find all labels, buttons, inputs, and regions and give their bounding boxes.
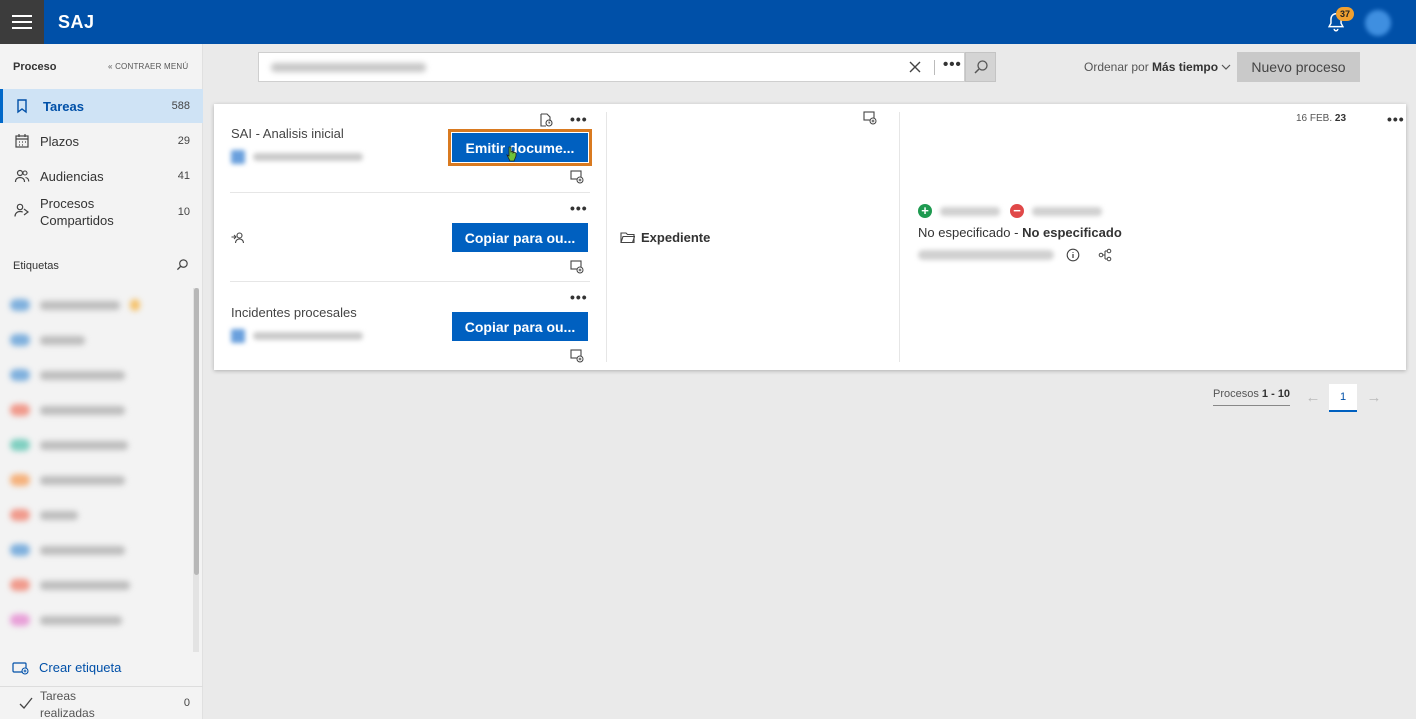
plaintiff-party: + <box>918 204 1000 218</box>
scrollbar-thumb[interactable] <box>194 288 199 575</box>
person-arrow-icon <box>231 232 245 244</box>
plus-icon: + <box>918 204 932 218</box>
process-class: No especificado - No especificado <box>918 225 1122 240</box>
bookmark-icon <box>17 99 27 114</box>
sidebar-item-audiencias[interactable]: Audiencias 41 <box>0 159 203 193</box>
task-title: SAI - Analisis inicial <box>231 126 344 141</box>
case-file-label: Expediente <box>641 230 711 245</box>
chevron-down-icon <box>1221 64 1231 70</box>
sidebar-item-tareas-realizadas[interactable]: Tareas realizadas 0 <box>0 686 203 719</box>
emit-document-button[interactable]: Emitir docume... <box>448 129 592 166</box>
brand-logo[interactable]: SAJ <box>58 12 95 33</box>
defendant-party: − <box>1010 204 1102 218</box>
tag-item[interactable] <box>10 612 122 628</box>
row-divider <box>230 192 590 193</box>
search-icon[interactable] <box>176 258 189 271</box>
copy-to-button[interactable]: Copiar para ou... <box>452 312 588 341</box>
process-number-redacted <box>918 250 1054 260</box>
sort-prefix: Ordenar por <box>1084 60 1149 74</box>
sidebar-item-count: 588 <box>171 100 190 112</box>
prev-page-button[interactable]: ← <box>1301 386 1325 410</box>
tags-header: Etiquetas <box>13 260 59 272</box>
sidebar-item-procesos-compartidos[interactable]: Procesos Compartidos 10 <box>0 194 203 230</box>
case-file-link[interactable]: Expediente <box>620 230 710 245</box>
next-page-button[interactable]: → <box>1362 386 1386 410</box>
sidebar-item-label: Procesos Compartidos <box>40 196 114 228</box>
hierarchy-icon[interactable] <box>1098 248 1112 262</box>
more-options-icon[interactable]: ••• <box>1387 112 1405 126</box>
sidebar-item-label: Plazos <box>40 133 80 149</box>
collapse-menu-button[interactable]: « CONTRAER MENÚ <box>108 62 188 71</box>
row-divider <box>230 281 590 282</box>
create-tag-button[interactable]: Crear etiqueta <box>12 660 121 675</box>
task-assignee-redacted <box>231 150 363 164</box>
more-options-icon[interactable]: ••• <box>943 56 962 73</box>
add-tag-icon[interactable] <box>570 260 584 274</box>
notification-badge: 37 <box>1336 7 1354 21</box>
share-person-icon <box>14 203 29 217</box>
new-process-button[interactable]: Nuevo proceso <box>1237 52 1360 82</box>
sidebar-item-count: 0 <box>183 697 190 709</box>
search-input[interactable] <box>259 53 899 81</box>
tag-item[interactable] <box>10 577 130 593</box>
document-clock-icon[interactable] <box>539 113 553 127</box>
column-divider <box>899 112 900 362</box>
menu-icon[interactable] <box>0 0 44 44</box>
more-options-icon[interactable]: ••• <box>570 112 588 126</box>
tag-item[interactable] <box>10 472 125 488</box>
search-bar: ••• <box>258 52 965 82</box>
search-divider <box>934 60 935 75</box>
sidebar-item-count: 29 <box>177 135 190 147</box>
tag-item[interactable] <box>10 507 78 523</box>
sidebar-item-count: 10 <box>177 206 190 218</box>
minus-icon: − <box>1010 204 1024 218</box>
avatar[interactable] <box>1365 10 1391 36</box>
sidebar-section-title: Proceso <box>13 61 57 73</box>
check-icon <box>19 697 33 709</box>
folder-icon <box>620 232 635 244</box>
tag-item[interactable] <box>10 437 128 453</box>
sidebar-item-label: Audiencias <box>40 168 104 184</box>
tag-item[interactable] <box>10 402 125 418</box>
page-button[interactable]: 1 <box>1329 384 1357 412</box>
sidebar-item-plazos[interactable]: Plazos 29 <box>0 124 203 158</box>
more-options-icon[interactable]: ••• <box>570 290 588 304</box>
add-tag-icon[interactable] <box>570 170 584 184</box>
info-icon[interactable] <box>1066 248 1080 262</box>
create-tag-label: Crear etiqueta <box>39 660 122 675</box>
more-options-icon[interactable]: ••• <box>570 201 588 215</box>
process-date: 16 FEB. 23 <box>1296 113 1347 124</box>
copy-to-button[interactable]: Copiar para ou... <box>452 223 588 252</box>
sort-dropdown[interactable]: Ordenar por Más tiempo <box>1084 60 1231 74</box>
people-icon <box>14 169 30 183</box>
sidebar: Proceso « CONTRAER MENÚ Tareas 588 Plazo… <box>0 44 203 719</box>
add-tag-icon[interactable] <box>863 111 877 125</box>
task-title: Incidentes procesales <box>231 305 357 320</box>
close-icon[interactable] <box>908 60 922 74</box>
tag-item[interactable] <box>10 297 150 313</box>
sidebar-item-count: 41 <box>177 170 190 182</box>
column-divider <box>606 112 607 362</box>
calendar-icon <box>15 134 29 148</box>
add-tag-icon[interactable] <box>570 349 584 363</box>
sort-value: Más tiempo <box>1152 60 1219 74</box>
task-assignee-redacted <box>231 329 363 343</box>
sidebar-item-label: Tareas <box>43 98 84 114</box>
search-button[interactable] <box>965 52 996 82</box>
sidebar-item-label: Tareas realizadas <box>40 689 95 719</box>
tag-item[interactable] <box>10 332 85 348</box>
pagination-summary: Procesos 1 - 10 <box>1213 388 1291 406</box>
tag-item[interactable] <box>10 367 125 383</box>
top-bar: SAJ 37 <box>0 0 1416 44</box>
process-card: ••• SAI - Analisis inicial Emitir docume… <box>214 104 1406 370</box>
tag-item[interactable] <box>10 542 125 558</box>
sidebar-item-tareas[interactable]: Tareas 588 <box>0 89 203 123</box>
add-tag-icon <box>12 661 29 675</box>
search-icon <box>973 60 988 74</box>
